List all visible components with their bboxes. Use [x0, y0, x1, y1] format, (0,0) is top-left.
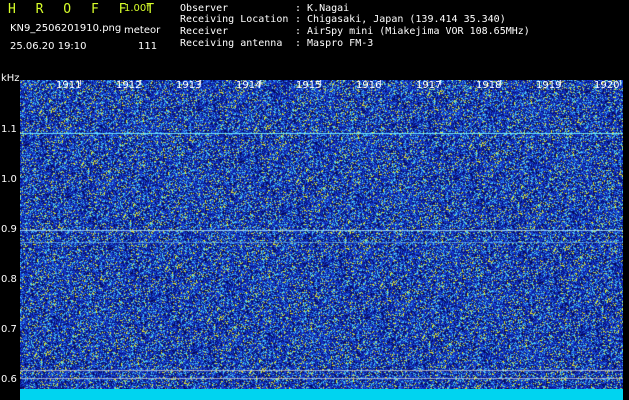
event-count: 111: [138, 41, 158, 52]
receiver-label: Receiver: [180, 26, 229, 37]
time-axis: 1911 1912 1913 1914 1915 1916 1917 1918 …: [20, 80, 623, 400]
location-value: : Chigasaki, Japan (139.414 35.340): [295, 14, 506, 25]
time-tick-label: 1916: [356, 80, 382, 91]
y-tick-label: 1.1: [1, 124, 17, 135]
time-tick-label: 1918: [476, 80, 502, 91]
y-tick-label: 1.0: [1, 174, 17, 185]
time-tick-label: 1919: [536, 80, 562, 91]
time-tick-label: 1913: [176, 80, 202, 91]
y-tick-label: 0.8: [1, 274, 17, 285]
time-tick-label: 1914: [236, 80, 262, 91]
antenna-value: : Maspro FM-3: [295, 38, 374, 49]
observer-value: : K.Nagai: [295, 3, 350, 14]
antenna-label: Receiving antenna: [180, 38, 283, 49]
hrofft-window: H R O F F T 1.00f KN9_2506201910.png met…: [0, 0, 629, 400]
date-time: 25.06.20 19:10: [10, 41, 87, 52]
time-tick-label: 1915: [296, 80, 322, 91]
observer-label: Observer: [180, 3, 229, 14]
receiver-value: : AirSpy mini (Miakejima VOR 108.65MHz): [295, 26, 530, 37]
signal-bar: [20, 389, 623, 400]
time-tick-label: 1920: [594, 80, 620, 91]
unit-label: kHz: [1, 73, 20, 84]
time-tick-label: 1912: [116, 80, 142, 91]
location-label: Receiving Location: [180, 14, 289, 25]
y-tick-label: 0.9: [1, 224, 17, 235]
y-tick-label: 0.7: [1, 324, 17, 335]
time-tick-label: 1911: [56, 80, 82, 91]
file-name: KN9_2506201910.png: [10, 23, 122, 34]
time-tick-label: 1917: [416, 80, 442, 91]
app-version: 1.00f: [124, 3, 150, 14]
mode-label: meteor: [124, 25, 161, 36]
y-tick-label: 0.6: [1, 374, 17, 385]
spectrogram: 1911 1912 1913 1914 1915 1916 1917 1918 …: [20, 80, 623, 400]
